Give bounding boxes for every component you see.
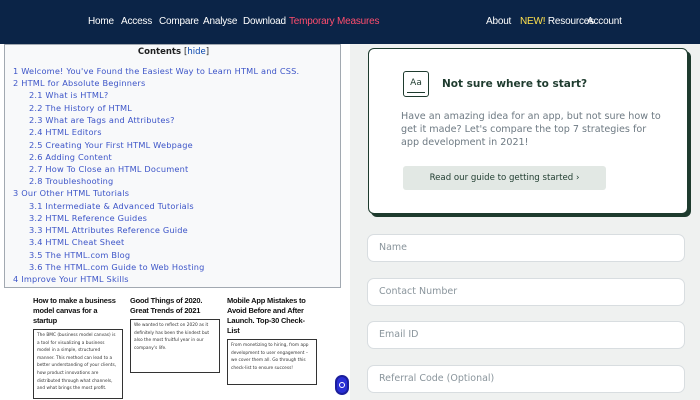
toc-item[interactable]: 3.4 HTML Cheat Sheet: [29, 237, 124, 247]
toc-item[interactable]: 2.8 Troubleshooting: [29, 176, 113, 186]
toc-item[interactable]: 2.1 What is HTML?: [29, 90, 108, 100]
toc-title-text: Contents: [137, 47, 182, 57]
nav-compare-link[interactable]: Compare: [159, 16, 199, 27]
toc-item[interactable]: 3.3 HTML Attributes Reference Guide: [29, 225, 188, 235]
article-card-title[interactable]: Mobile App Mistakes to Avoid Before and …: [227, 296, 317, 336]
article-card[interactable]: Mobile App Mistakes to Avoid Before and …: [227, 296, 317, 385]
toc-title: Contents [hide]: [137, 47, 210, 57]
toc-item[interactable]: 2.2 The History of HTML: [29, 103, 132, 113]
toc-item[interactable]: 1 Welcome! You've Found the Easiest Way …: [13, 66, 299, 76]
article-card-excerpt: The BMC (business model canvas) is a too…: [33, 329, 123, 399]
nav-about-link[interactable]: About: [486, 16, 511, 27]
name-field[interactable]: Name: [367, 234, 685, 262]
article-card-excerpt: We wanted to reflect on 2020 as it defin…: [130, 319, 220, 373]
toc-item[interactable]: 2.5 Creating Your First HTML Webpage: [29, 140, 193, 150]
email-field[interactable]: Email ID: [367, 321, 685, 349]
nav-account-link[interactable]: Account: [587, 16, 622, 27]
toc-item[interactable]: 3.1 Intermediate & Advanced Tutorials: [29, 201, 194, 211]
toc-item[interactable]: 2 HTML for Absolute Beginners: [13, 78, 145, 88]
toc-item[interactable]: 2.4 HTML Editors: [29, 127, 102, 137]
toc-item[interactable]: 3.2 HTML Reference Guides: [29, 213, 147, 223]
toc-item[interactable]: 2.6 Adding Content: [29, 152, 112, 162]
nav-access-link[interactable]: Access: [121, 16, 152, 27]
article-card-title[interactable]: Good Things of 2020. Great Trends of 202…: [130, 296, 220, 316]
nav-resources-link[interactable]: NEW! Resources: [520, 16, 594, 27]
toc-hide-link[interactable]: hide: [187, 47, 205, 57]
read-guide-button[interactable]: Read our guide to getting started ›: [403, 166, 606, 190]
promo-description: Have an amazing idea for an app, but not…: [401, 111, 661, 148]
toc-item[interactable]: 3 Our Other HTML Tutorials: [13, 188, 129, 198]
table-of-contents: Contents [hide] 1 Welcome! You've Found …: [4, 44, 341, 288]
nav-home-link[interactable]: Home: [88, 16, 114, 27]
top-navigation: Home Access Compare Analyse Download Tem…: [0, 0, 700, 44]
toc-item[interactable]: 2.7 How To Close an HTML Document: [29, 164, 188, 174]
toc-item[interactable]: 4 Improve Your HTML Skills: [13, 274, 129, 284]
toc-item[interactable]: 2.3 What are Tags and Attributes?: [29, 115, 175, 125]
promo-title: Not sure where to start?: [442, 78, 588, 90]
article-card[interactable]: How to make a business model canvas for …: [33, 296, 123, 399]
nav-temporary-measures-link[interactable]: Temporary Measures: [289, 16, 380, 27]
chat-icon: [339, 382, 345, 388]
article-card-excerpt: From monetizing to hiring, from app deve…: [227, 339, 317, 385]
contact-number-field[interactable]: Contact Number: [367, 278, 685, 306]
article-card[interactable]: Good Things of 2020. Great Trends of 202…: [130, 296, 220, 373]
nav-download-link[interactable]: Download: [243, 16, 286, 27]
new-badge: NEW!: [520, 16, 546, 27]
toc-item[interactable]: 3.5 The HTML.com Blog: [29, 250, 130, 260]
toc-item[interactable]: 3.6 The HTML.com Guide to Web Hosting: [29, 262, 205, 272]
chat-button[interactable]: [335, 375, 349, 395]
article-card-title[interactable]: How to make a business model canvas for …: [33, 296, 123, 326]
font-icon: Aa: [403, 71, 429, 97]
promo-card: Aa Not sure where to start? Have an amaz…: [368, 48, 688, 214]
referral-code-field[interactable]: Referral Code (Optional): [367, 365, 685, 393]
nav-analyse-link[interactable]: Analyse: [203, 16, 237, 27]
